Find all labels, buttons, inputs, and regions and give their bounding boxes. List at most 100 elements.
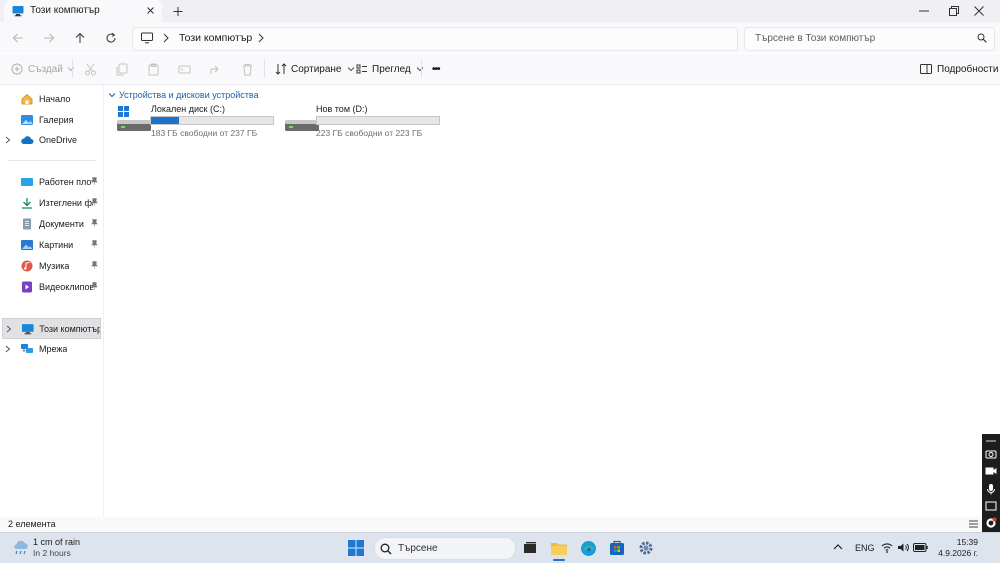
sidebar-item-label: Мрежа — [39, 344, 68, 354]
sidebar-item-onedrive[interactable]: OneDrive — [2, 130, 101, 150]
tab-this-pc[interactable]: Този компютър — [4, 0, 162, 22]
taskbar-search[interactable]: Търсене — [374, 537, 516, 560]
network-icon — [21, 344, 33, 353]
active-app-indicator — [553, 559, 565, 561]
status-bar — [0, 517, 1000, 532]
pin-icon — [91, 198, 98, 206]
more-options-button[interactable]: ••• — [432, 61, 440, 77]
paste-button[interactable] — [147, 61, 160, 77]
back-button[interactable] — [8, 28, 28, 48]
link-icon — [986, 440, 996, 442]
pin-icon — [91, 282, 98, 290]
view-label: Преглед — [372, 63, 411, 75]
clock-time[interactable]: 15:39 — [936, 537, 978, 547]
clipboard-icon — [148, 63, 159, 75]
new-tab-plus-icon[interactable] — [170, 4, 186, 19]
arrow-right-icon — [44, 33, 55, 43]
copy-button[interactable] — [115, 61, 128, 77]
sort-button[interactable]: Сортиране — [275, 61, 355, 77]
task-view-button[interactable] — [519, 537, 541, 559]
sidebar-item-label: Работен плот — [39, 177, 93, 187]
chevron-down-icon — [67, 67, 75, 72]
sidebar-item-network[interactable]: Мрежа — [2, 339, 101, 359]
camera-icon — [985, 450, 997, 459]
sidebar-item-this-pc[interactable]: Този компютър — [2, 318, 101, 339]
chevron-right-icon — [6, 325, 12, 332]
share-button[interactable] — [209, 61, 222, 77]
taskbar-settings[interactable] — [635, 537, 657, 559]
breadcrumb-this-pc[interactable]: Този компютър — [179, 32, 252, 44]
group-header-devices[interactable]: Устройства и дискови устройства — [108, 90, 259, 100]
sidebar-item-desktop[interactable]: Работен плот — [2, 172, 101, 192]
details-button[interactable]: Подробности — [920, 61, 998, 77]
task-view-icon — [524, 542, 536, 553]
search-placeholder: Търсене в Този компютър — [755, 33, 876, 44]
microphone-icon — [987, 484, 995, 495]
divider — [264, 60, 265, 78]
input-language[interactable]: ENG — [855, 543, 875, 553]
tab-title: Този компютър — [30, 5, 100, 16]
music-icon — [21, 260, 33, 272]
address-bar[interactable]: Този компютър — [132, 27, 738, 51]
share-icon — [210, 65, 219, 74]
search-icon[interactable] — [977, 33, 987, 43]
cut-button[interactable] — [84, 61, 97, 77]
plus-circle-icon — [11, 63, 23, 75]
rain-cloud-icon — [14, 540, 28, 555]
sidebar-item-pictures[interactable]: Картини — [2, 235, 101, 255]
search-icon — [380, 543, 392, 554]
speaker-icon[interactable] — [897, 542, 910, 553]
new-button[interactable]: Създай — [11, 61, 75, 77]
gear-icon — [639, 541, 653, 555]
clock-date[interactable]: 4.9.2026 г. — [930, 548, 978, 558]
drive-tile-c[interactable]: Локален диск (C:) 183 ГБ свободни от 237… — [112, 102, 280, 138]
search-input[interactable]: Търсене в Този компютър — [744, 27, 995, 51]
chevron-up-icon[interactable] — [833, 543, 843, 551]
drive-tile-d[interactable]: Нов том (D:) 223 ГБ свободни от 223 ГБ — [280, 102, 448, 138]
wifi-icon[interactable] — [881, 542, 893, 553]
drive-d-icon — [285, 120, 319, 131]
sidebar-item-videos[interactable]: Видеоклипове — [2, 277, 101, 297]
arrow-left-icon — [12, 33, 23, 43]
content-pane — [104, 85, 1000, 517]
close-button[interactable] — [956, 0, 1000, 22]
drive-free-space: 183 ГБ свободни от 237 ГБ — [151, 128, 258, 138]
sidebar-item-music[interactable]: Музика — [2, 256, 101, 276]
forward-button[interactable] — [39, 28, 59, 48]
monitor-icon — [12, 5, 24, 17]
documents-icon — [23, 218, 31, 230]
sidebar-item-downloads[interactable]: Изтеглени файлове — [2, 193, 101, 213]
sidebar-item-label: Начало — [39, 94, 71, 104]
window-icon — [985, 501, 997, 511]
pin-icon — [91, 240, 98, 248]
divider — [8, 160, 96, 161]
view-button[interactable]: Преглед — [356, 61, 424, 77]
item-count: 2 елемента — [8, 519, 56, 529]
edge-browser-icon — [580, 540, 596, 556]
video-camera-icon — [985, 467, 997, 475]
store-icon — [610, 540, 624, 555]
sidebar-item-label: Музика — [39, 261, 70, 271]
chevron-right-icon — [5, 345, 11, 353]
chevron-right-icon[interactable] — [258, 33, 264, 43]
details-view-icon[interactable] — [968, 519, 979, 529]
taskbar-edge[interactable] — [577, 537, 599, 559]
taskbar-store[interactable] — [606, 537, 628, 559]
delete-button[interactable] — [241, 61, 254, 77]
monitor-icon — [141, 32, 153, 44]
close-tab-icon[interactable] — [144, 4, 157, 17]
sidebar-item-documents[interactable]: Документи — [2, 214, 101, 234]
up-button[interactable] — [70, 28, 90, 48]
sidebar-item-label: Изтеглени файлове — [39, 198, 93, 208]
minimize-icon — [919, 10, 929, 12]
start-button[interactable] — [345, 537, 367, 559]
refresh-button[interactable] — [101, 28, 121, 48]
chevron-right-icon[interactable] — [163, 33, 169, 43]
taskbar-file-explorer[interactable] — [548, 537, 570, 559]
weather-widget[interactable]: 1 cm of rain In 2 hours — [10, 536, 110, 560]
battery-icon[interactable] — [913, 543, 928, 552]
sidebar-item-gallery[interactable]: Галерия — [2, 110, 101, 130]
sidebar-item-home[interactable]: Начало — [2, 89, 101, 109]
videos-icon — [22, 281, 32, 293]
rename-button[interactable] — [178, 61, 191, 77]
